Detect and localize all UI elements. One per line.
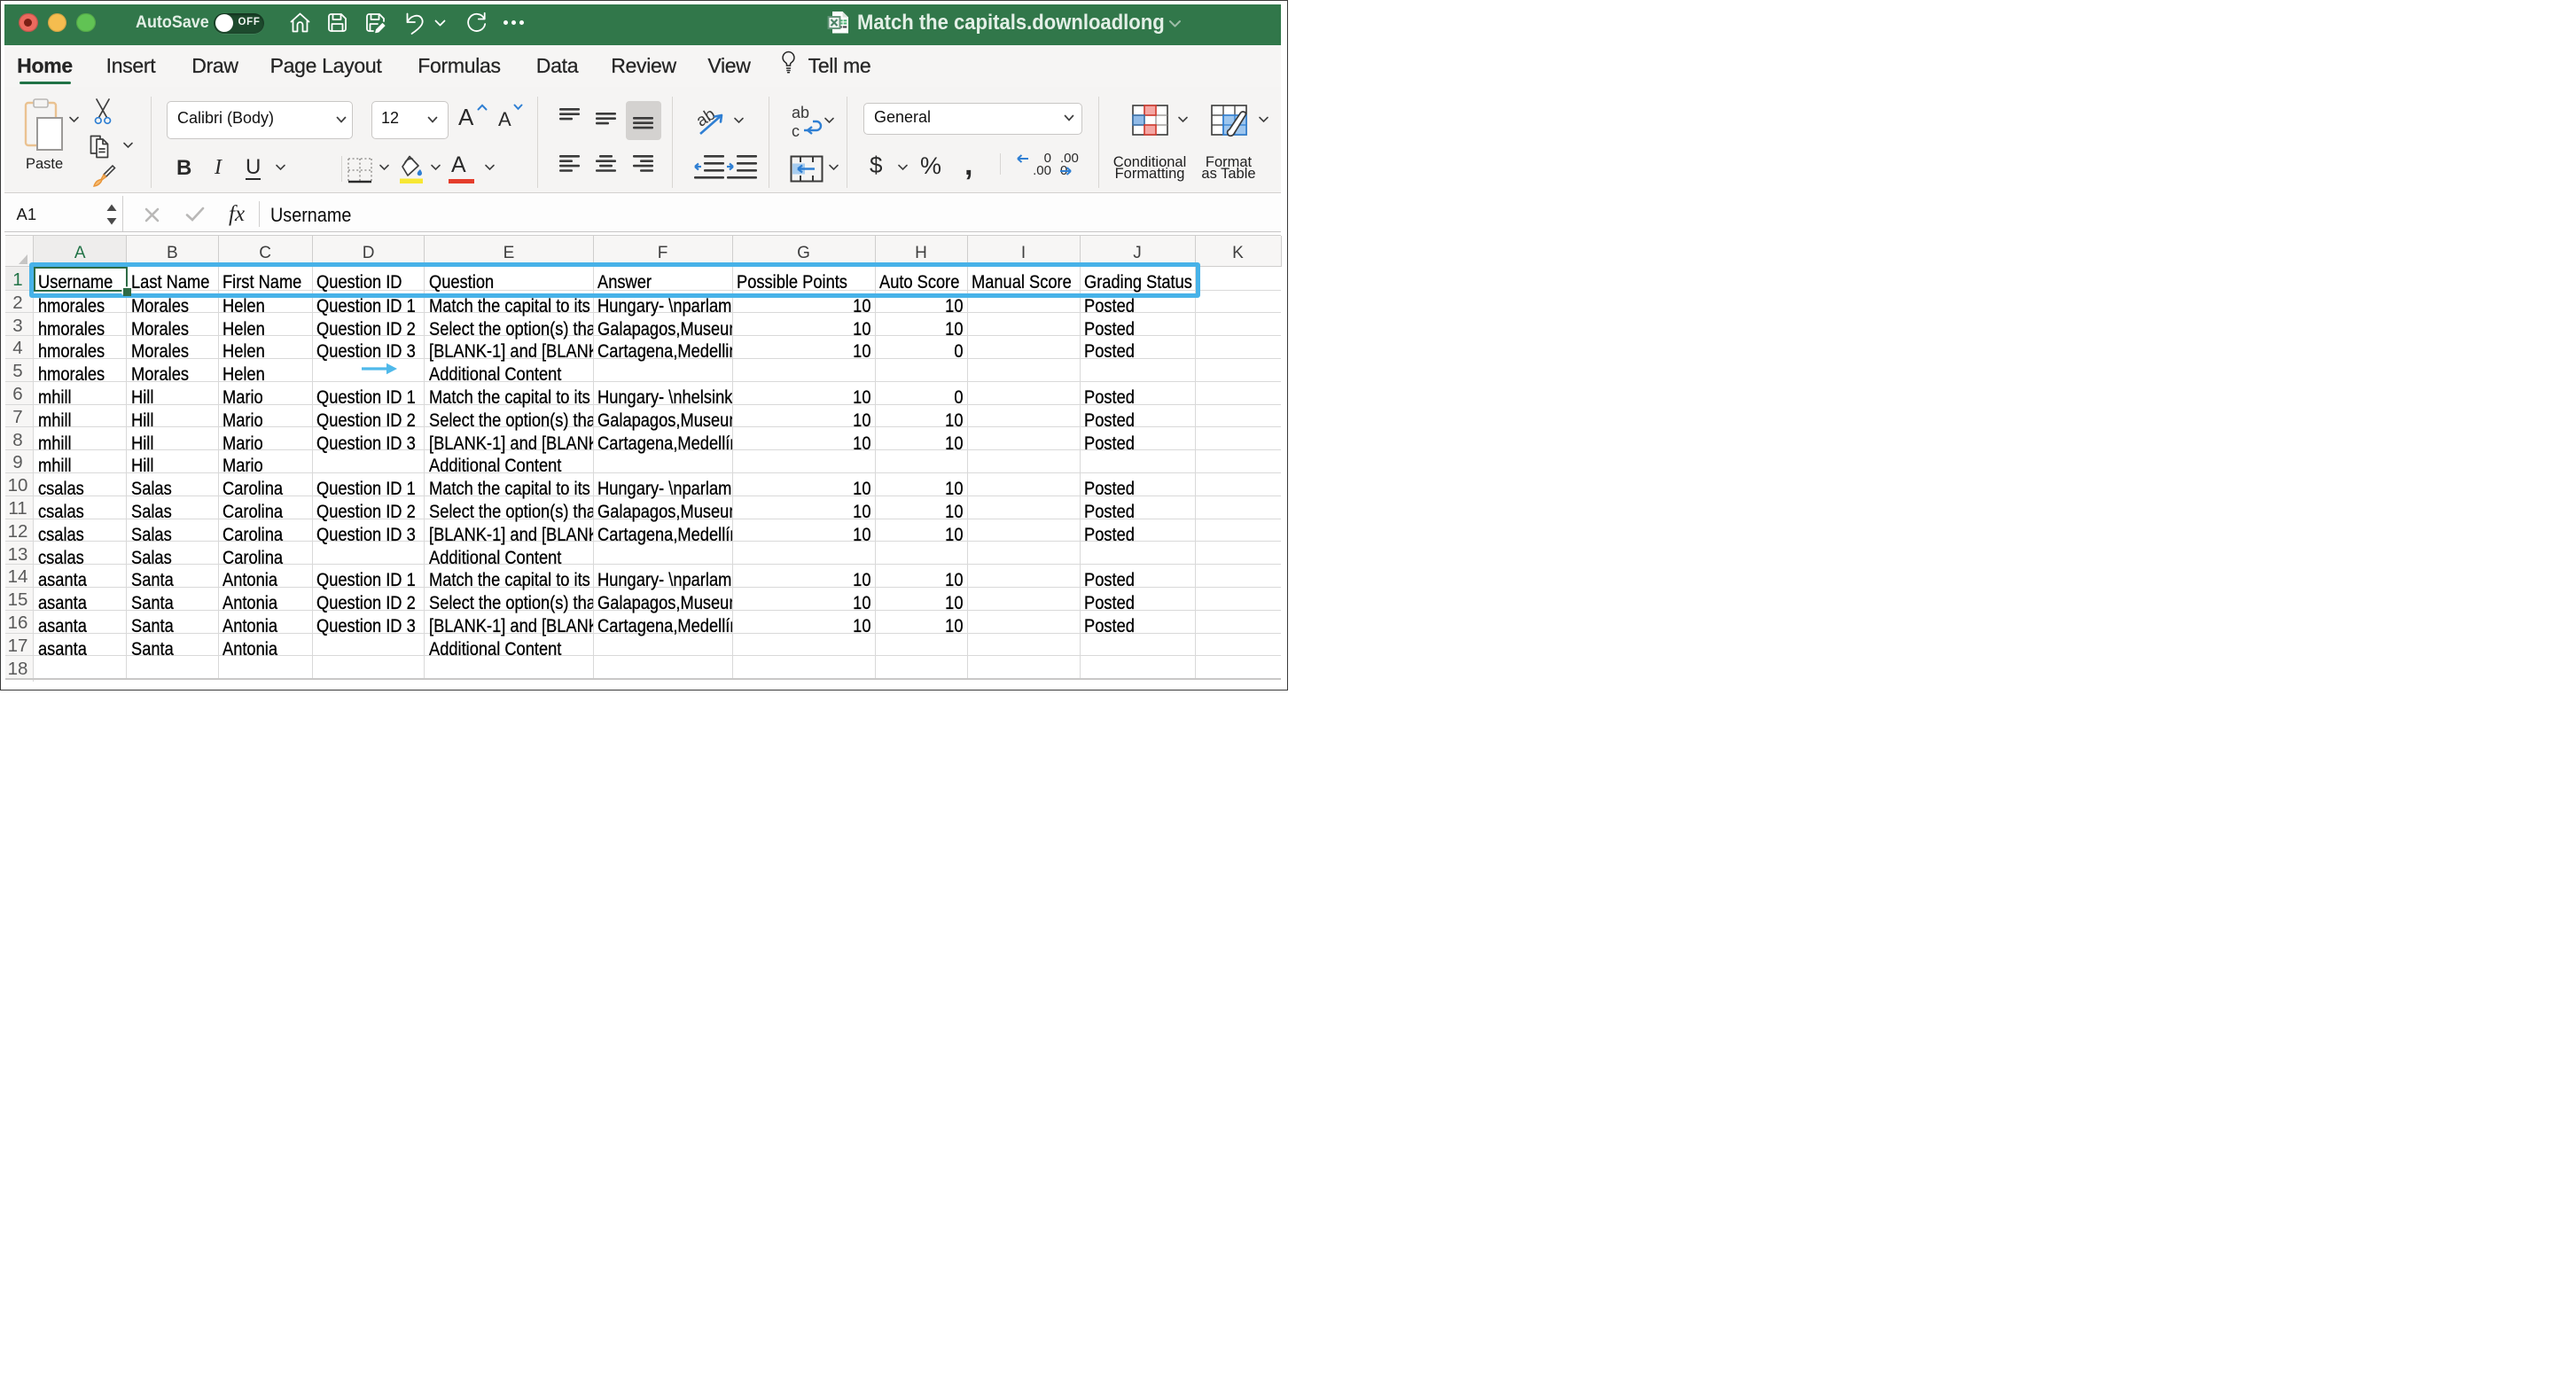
svg-text:ab: ab <box>792 104 809 121</box>
svg-text:c: c <box>792 122 800 140</box>
svg-text:ab: ab <box>693 105 719 130</box>
